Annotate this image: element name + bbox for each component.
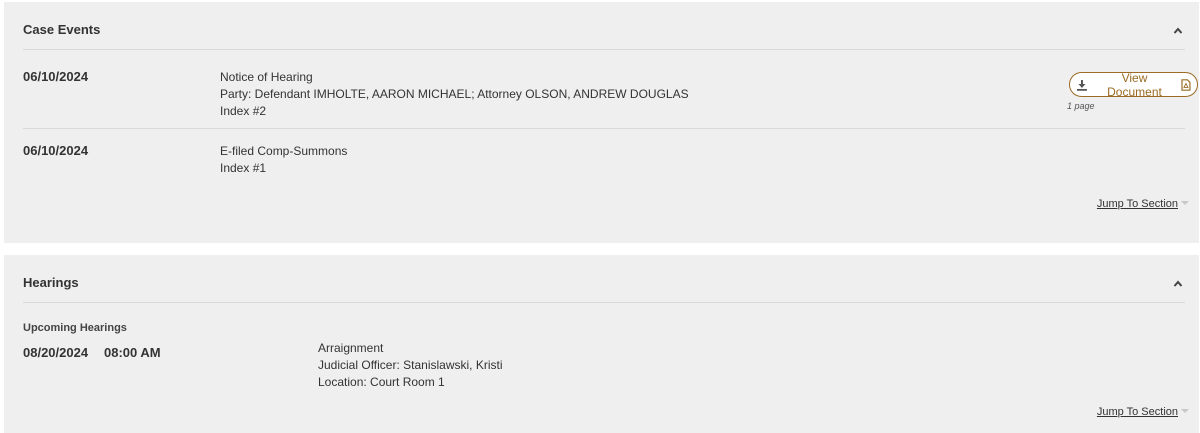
hearing-time: 08:00 AM [104, 345, 161, 360]
hearing-location: Location: Court Room 1 [318, 375, 445, 389]
hearing-judicial-officer: Judicial Officer: Stanislawski, Kristi [318, 358, 503, 372]
page-count: 1 page [1067, 101, 1095, 111]
jump-to-section-link[interactable]: Jump To Section [1097, 198, 1178, 210]
case-events-header[interactable]: Case Events [23, 2, 1185, 50]
chevron-up-icon[interactable] [1173, 26, 1183, 36]
caret-down-icon[interactable] [1181, 409, 1189, 413]
event-detail: E-filed Comp-Summons Index #1 [220, 143, 347, 177]
view-document-label: View Document [1107, 70, 1162, 99]
download-icon [1076, 79, 1087, 91]
event-detail: Notice of Hearing Party: Defendant IMHOL… [220, 69, 689, 120]
event-party-line: Party: Defendant IMHOLTE, AARON MICHAEL;… [220, 87, 689, 101]
event-index: Index #2 [220, 104, 267, 118]
row-divider [23, 128, 1185, 129]
upcoming-hearings-heading: Upcoming Hearings [23, 322, 127, 334]
hearings-panel: Hearings Upcoming Hearings 08/20/2024 08… [4, 255, 1199, 433]
event-date: 06/10/2024 [23, 69, 89, 84]
pdf-file-icon [1181, 78, 1191, 91]
caret-down-icon[interactable] [1181, 201, 1189, 205]
view-document-button[interactable]: View Document [1069, 70, 1198, 99]
jump-to-section-link[interactable]: Jump To Section [1097, 406, 1178, 418]
hearing-detail: Arraignment Judicial Officer: Stanislaws… [318, 340, 503, 391]
case-events-panel: Case Events 06/10/2024 Notice of Hearing… [4, 2, 1199, 243]
event-date: 06/10/2024 [23, 143, 89, 158]
chevron-up-icon[interactable] [1173, 279, 1183, 289]
hearing-date: 08/20/2024 [23, 345, 89, 360]
case-events-title: Case Events [23, 22, 101, 37]
event-index: Index #1 [220, 161, 267, 175]
event-title: Notice of Hearing [220, 70, 313, 84]
hearings-header[interactable]: Hearings [23, 255, 1185, 303]
event-title: E-filed Comp-Summons [220, 144, 348, 158]
hearing-type: Arraignment [318, 341, 384, 355]
hearings-title: Hearings [23, 275, 79, 290]
